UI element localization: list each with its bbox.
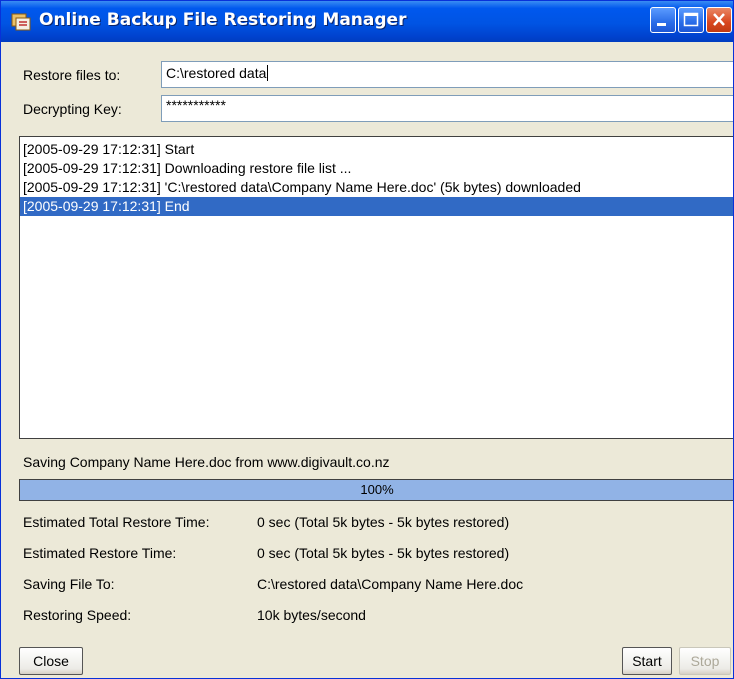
- decrypting-key-label: Decrypting Key:: [23, 101, 122, 117]
- restore-to-field[interactable]: C:\restored data: [161, 61, 733, 88]
- close-button[interactable]: Close: [19, 647, 83, 675]
- detail-label: Restoring Speed:: [23, 607, 132, 623]
- decrypting-key-value: ***********: [166, 97, 226, 113]
- detail-label: Estimated Total Restore Time:: [23, 514, 210, 530]
- maximize-icon: [683, 12, 699, 27]
- stop-button[interactable]: Stop: [679, 647, 731, 675]
- log-line-selected[interactable]: [2005-09-29 17:12:31] End: [20, 197, 733, 216]
- log-line[interactable]: [2005-09-29 17:12:31] 'C:\restored data\…: [20, 178, 581, 197]
- status-message: Saving Company Name Here.doc from www.di…: [23, 454, 390, 470]
- progress-label: 100%: [360, 482, 394, 497]
- restore-manager-window: Online Backup File Restoring Manager Res…: [0, 0, 734, 679]
- maximize-button[interactable]: [678, 7, 704, 33]
- window-title: Online Backup File Restoring Manager: [39, 10, 407, 30]
- detail-value: C:\restored data\Company Name Here.doc: [257, 576, 524, 592]
- progress-bar: 100%: [19, 479, 733, 501]
- close-icon: [713, 13, 725, 26]
- app-icon: [11, 13, 31, 31]
- detail-value: 0 sec (Total 5k bytes - 5k bytes restore…: [257, 514, 510, 530]
- minimize-icon: [657, 23, 666, 26]
- detail-value: 10k bytes/second: [257, 607, 366, 623]
- close-window-button[interactable]: [706, 7, 732, 33]
- log-line[interactable]: [2005-09-29 17:12:31] Start: [20, 140, 194, 159]
- restore-to-value: C:\restored data: [166, 65, 267, 81]
- log-list[interactable]: [2005-09-29 17:12:31] Start [2005-09-29 …: [19, 136, 733, 439]
- detail-label: Estimated Restore Time:: [23, 545, 177, 561]
- detail-value: 0 sec (Total 5k bytes - 5k bytes restore…: [257, 545, 510, 561]
- decrypting-key-field[interactable]: ***********: [161, 95, 733, 122]
- text-caret: [267, 65, 269, 81]
- detail-label: Saving File To:: [23, 576, 115, 592]
- restore-to-label: Restore files to:: [23, 67, 121, 83]
- minimize-button[interactable]: [650, 7, 676, 33]
- title-bar[interactable]: Online Backup File Restoring Manager: [1, 1, 733, 42]
- start-button[interactable]: Start: [622, 647, 672, 675]
- log-line[interactable]: [2005-09-29 17:12:31] Downloading restor…: [20, 159, 351, 178]
